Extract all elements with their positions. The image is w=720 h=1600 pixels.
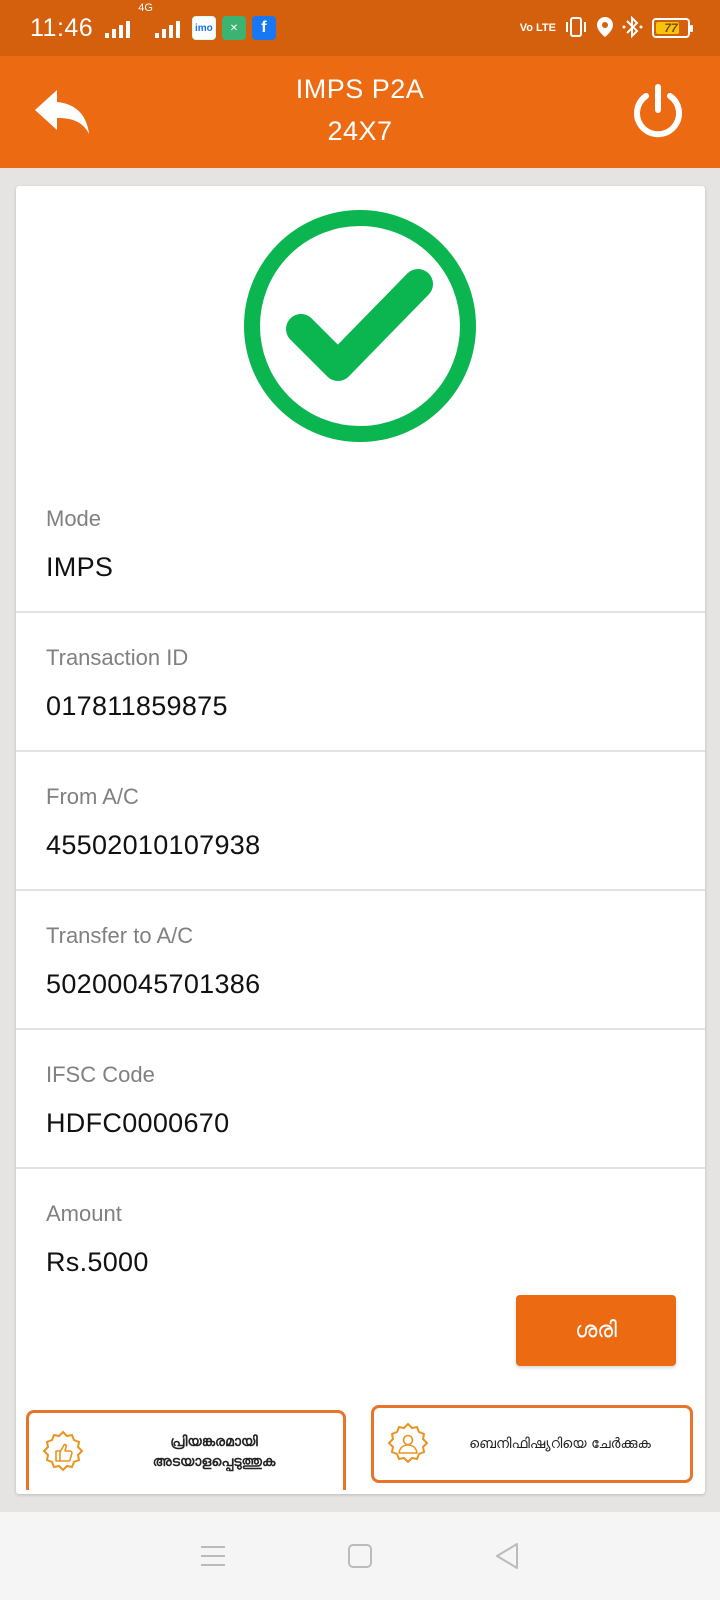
mark-favourite-label-line1: പ്രിയങ്കരമായി (170, 1433, 258, 1450)
ok-button[interactable]: ശരി (516, 1295, 676, 1366)
page-title-line1: IMPS P2A (295, 74, 425, 104)
add-beneficiary-button[interactable]: ബെനിഫിഷ്യറിയെ ചേർക്കുക (371, 1405, 693, 1483)
detail-value: 017811859875 (46, 691, 228, 721)
detail-row-ifsc: IFSC Code HDFC0000670 (16, 1030, 705, 1169)
location-icon (596, 16, 614, 41)
menu-icon (201, 1546, 226, 1566)
detail-label: Transaction ID (46, 645, 189, 670)
volte-icon: Vo LTE (519, 21, 556, 34)
back-triangle-icon (495, 1543, 518, 1569)
mi-app-icon: ✕ (221, 16, 246, 40)
battery-icon: 77 (652, 18, 693, 38)
recent-apps-button[interactable] (193, 1536, 233, 1576)
detail-value: HDFC0000670 (46, 1108, 230, 1138)
vibrate-icon (564, 16, 588, 41)
detail-value: 45502010107938 (46, 830, 261, 860)
detail-value: Rs.5000 (46, 1247, 149, 1277)
detail-row-mode: Mode IMPS (16, 474, 705, 613)
app-bar: IMPS P2A 24X7 (0, 56, 720, 168)
mark-favourite-button[interactable]: പ്രിയങ്കരമായി അടയാളപ്പെടുത്തുക (26, 1410, 346, 1490)
home-button[interactable] (340, 1536, 380, 1576)
detail-row-amount: Amount Rs.5000 (16, 1169, 705, 1308)
logout-button[interactable] (626, 80, 690, 144)
status-time: 11:46 (30, 13, 94, 42)
signal-2-icon (154, 18, 180, 38)
battery-level: 77 (664, 21, 678, 35)
detail-label: Amount (46, 1201, 122, 1226)
imo-icon: imo (191, 16, 216, 40)
detail-list: Mode IMPS Transaction ID 017811859875 Fr… (16, 474, 705, 1308)
home-square-icon (347, 1544, 372, 1568)
detail-label: Transfer to A/C (46, 923, 194, 948)
person-badge-icon (387, 1422, 429, 1464)
page-title-line2: 24X7 (327, 116, 393, 146)
detail-row-from-account: From A/C 45502010107938 (16, 752, 705, 891)
network-type-label: 4G (138, 2, 153, 14)
thumbs-up-badge-icon (42, 1430, 84, 1471)
detail-label: Mode (46, 506, 102, 531)
detail-label: From A/C (46, 784, 139, 809)
mark-favourite-label: പ്രിയങ്കരമായി അടയാളപ്പെടുത്തുക (85, 1432, 343, 1472)
status-bar: 11:46 4G imo ✕ f Vo LTE 77 (0, 0, 720, 56)
back-nav-button[interactable] (487, 1536, 527, 1576)
detail-value: IMPS (46, 552, 114, 582)
detail-row-to-account: Transfer to A/C 50200045701386 (16, 891, 705, 1030)
detail-value: 50200045701386 (46, 969, 261, 999)
detail-row-transaction-id: Transaction ID 017811859875 (16, 613, 705, 752)
facebook-icon: f (251, 16, 276, 40)
add-beneficiary-label: ബെനിഫിഷ്യറിയെ ചേർക്കുക (469, 1436, 651, 1452)
check-circle-icon (244, 210, 476, 442)
transaction-receipt-card: Mode IMPS Transaction ID 017811859875 Fr… (16, 186, 705, 1494)
signal-icon (105, 18, 131, 38)
power-icon (634, 84, 682, 138)
mark-favourite-label-line2: അടയാളപ്പെടുത്തുക (152, 1453, 276, 1470)
detail-label: IFSC Code (46, 1062, 155, 1087)
system-nav-bar (0, 1512, 720, 1600)
bluetooth-icon (622, 15, 644, 42)
page-title: IMPS P2A 24X7 (0, 68, 720, 152)
